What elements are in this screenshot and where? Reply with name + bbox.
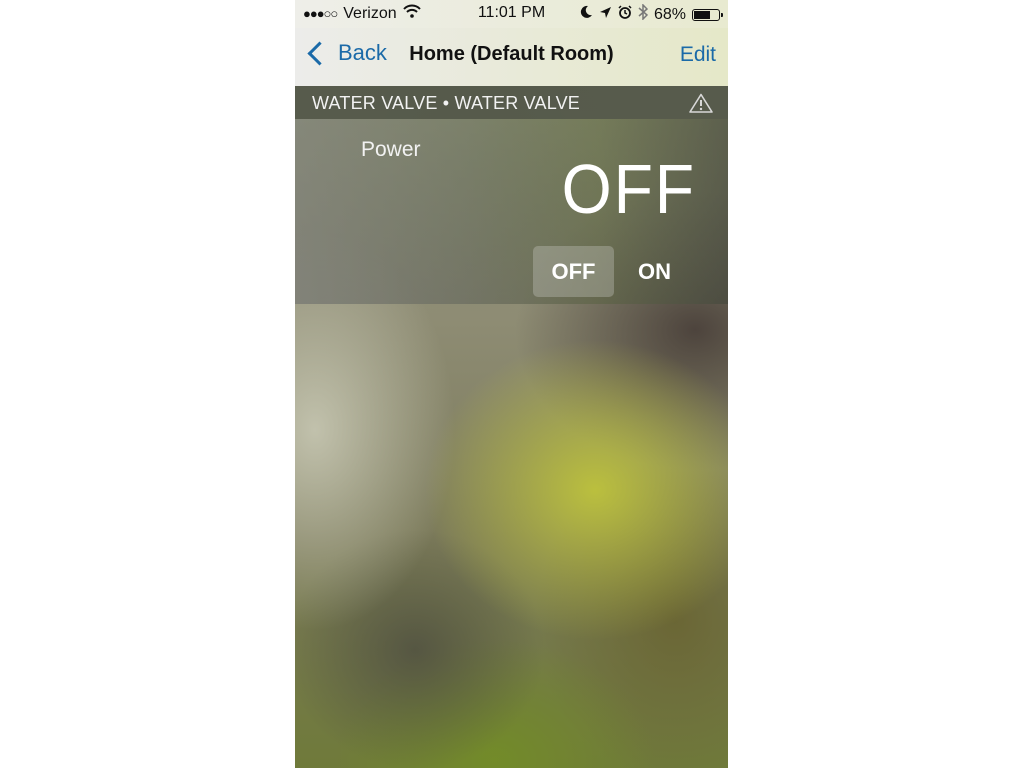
phone-screen: ●●●○○ Verizon 11:01 PM 68% Back Home (De… — [295, 0, 728, 768]
device-header: WATER VALVE • WATER VALVE — [295, 86, 728, 119]
battery-icon — [692, 8, 723, 21]
chevron-left-icon — [307, 40, 332, 66]
moon-icon — [579, 5, 593, 24]
back-button[interactable]: Back — [305, 40, 387, 66]
edit-button[interactable]: Edit — [680, 43, 716, 67]
power-on-button[interactable]: ON — [614, 246, 695, 297]
power-toggle: OFF ON — [533, 246, 695, 297]
power-state-value: OFF — [561, 150, 696, 228]
power-panel: Power OFF OFF ON — [295, 119, 728, 304]
bluetooth-icon — [638, 3, 649, 25]
back-label: Back — [338, 40, 387, 65]
battery-fill — [694, 10, 710, 19]
warning-icon[interactable] — [689, 93, 713, 113]
status-bar: ●●●○○ Verizon 11:01 PM 68% — [295, 0, 728, 28]
battery-percent: 68% — [653, 5, 686, 23]
location-arrow-icon — [599, 6, 612, 24]
power-label: Power — [361, 138, 421, 161]
alarm-icon — [618, 5, 632, 24]
status-right: 68% — [579, 3, 723, 25]
power-off-button[interactable]: OFF — [533, 246, 614, 297]
device-label: WATER VALVE • WATER VALVE — [312, 93, 581, 113]
navigation-bar: Back Home (Default Room) Edit — [295, 28, 728, 86]
